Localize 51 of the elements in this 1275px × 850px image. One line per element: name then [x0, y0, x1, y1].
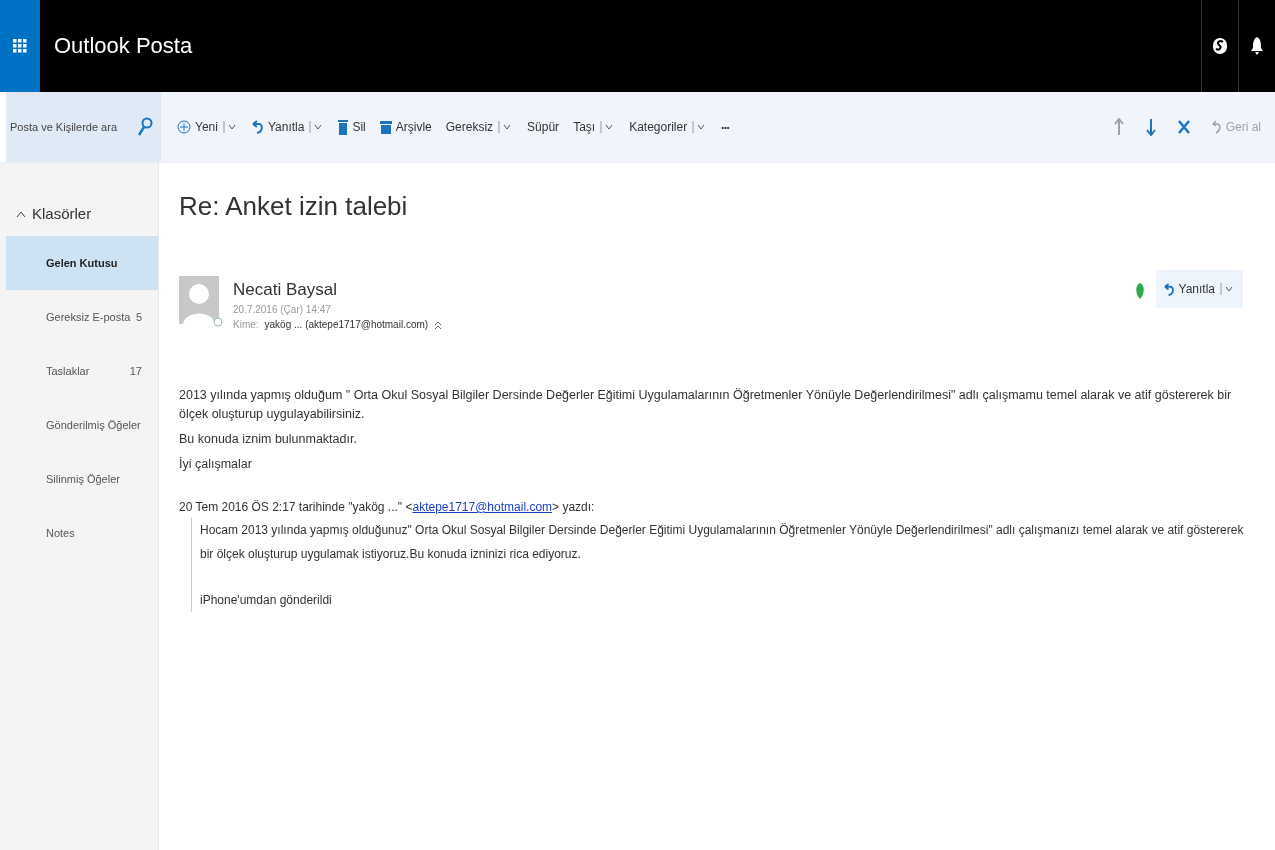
- folder-item[interactable]: Gönderilmiş Öğeler: [6, 398, 158, 452]
- message-subject: Re: Anket izin talebi: [179, 191, 409, 222]
- quoted-text: iPhone'umdan gönderildi: [200, 592, 333, 609]
- toolbar-button[interactable]: Sil: [336, 117, 368, 137]
- toolbar-button[interactable]: •••: [719, 120, 732, 134]
- sender-name: Necati Baysal: [233, 280, 338, 300]
- body-text: 2013 yılında yapmış olduğum " Orta Okul Sosyal Bilgiler Dersinde Değerler Eğitimi Uygulamalarının Öğretmenler Yönüyle Değerlendirilmesi" adlı çalışmamu temel alarak ve atif göstererek bir ölçek oluşturup uygulayabilirsiniz.: [179, 387, 1233, 423]
- collapse-icon: [434, 319, 443, 330]
- recipient: yakög ... (aktepe1717@hotmail.com): [264, 319, 429, 330]
- search-icon: [137, 117, 153, 137]
- search-field[interactable]: Posta ve Kişilerde ara: [6, 92, 161, 162]
- undo-icon: [1211, 120, 1222, 134]
- chat-icon: [1212, 37, 1228, 55]
- folder-item[interactable]: Notes: [6, 506, 158, 560]
- toolbar-button[interactable]: Süpür: [525, 118, 562, 136]
- archive-icon: [379, 120, 392, 134]
- folders-header[interactable]: Klasörler: [14, 203, 94, 224]
- plus-icon: [177, 120, 191, 134]
- folder-item[interactable]: Silinmiş Öğeler: [6, 452, 158, 506]
- quoted-text: Hocam 2013 yılında yapmış olduğunuz" Orta Okul Sosyal Bilgiler Dersinde Değerler Eğitimi Uygulamalarının Öğretmenler Yönüyle Değerlendirilmesi" adlı çalışmanızı temel alarak ve atif göstererek bir ölçek oluşturup uygulamak istiyoruz.Bu konuda izninizi rica ediyoruz.: [200, 522, 1245, 563]
- folder-item[interactable]: Gereksiz E-posta 5: [6, 290, 158, 344]
- email-link[interactable]: aktepe1717@hotmail.com: [412, 500, 553, 514]
- quote-header: 20 Tem 2016 ÖS 2:17 tarihinde "yakög ..." <aktepe1717@hotmail.com> yazdı:: [179, 500, 596, 514]
- toolbar-button[interactable]: Taşı: [571, 118, 618, 136]
- caret-icon: [221, 120, 238, 134]
- reply-icon: [251, 120, 264, 134]
- reply-icon: [1163, 282, 1175, 296]
- toolbar-button[interactable]: Gereksiz: [443, 118, 516, 136]
- trash-icon: [338, 119, 349, 135]
- toolbar-button[interactable]: Arşivle: [377, 118, 434, 136]
- app-title: Outlook Posta: [54, 33, 193, 59]
- app-launcher-button[interactable]: [0, 0, 40, 92]
- grid-icon: [13, 39, 27, 53]
- caret-icon: [1219, 282, 1235, 296]
- toolbar-button[interactable]: Yeni: [175, 118, 240, 136]
- caret-icon: [16, 209, 26, 218]
- down-arrow-icon: [1145, 118, 1156, 136]
- toolbar-button[interactable]: Yanıtla: [249, 118, 327, 136]
- to-label: Kime:: [233, 319, 259, 330]
- bell-icon: [1250, 36, 1264, 56]
- body-text: İyi çalışmalar: [179, 456, 253, 473]
- toolbar-button[interactable]: Kategoriler: [627, 118, 710, 136]
- avatar-icon: [179, 276, 223, 328]
- leaf-icon: [1133, 282, 1146, 300]
- reply-button[interactable]: Yanıtla: [1155, 270, 1243, 308]
- close-icon: [1177, 120, 1190, 134]
- up-arrow-icon: [1113, 118, 1124, 136]
- message-date: 20.7.2016 (Çar) 14:47: [233, 304, 332, 315]
- folder-item[interactable]: Taslaklar 17: [6, 344, 158, 398]
- body-text: Bu konuda iznim bulunmaktadır.: [179, 431, 358, 448]
- folder-item[interactable]: Gelen Kutusu: [6, 236, 158, 290]
